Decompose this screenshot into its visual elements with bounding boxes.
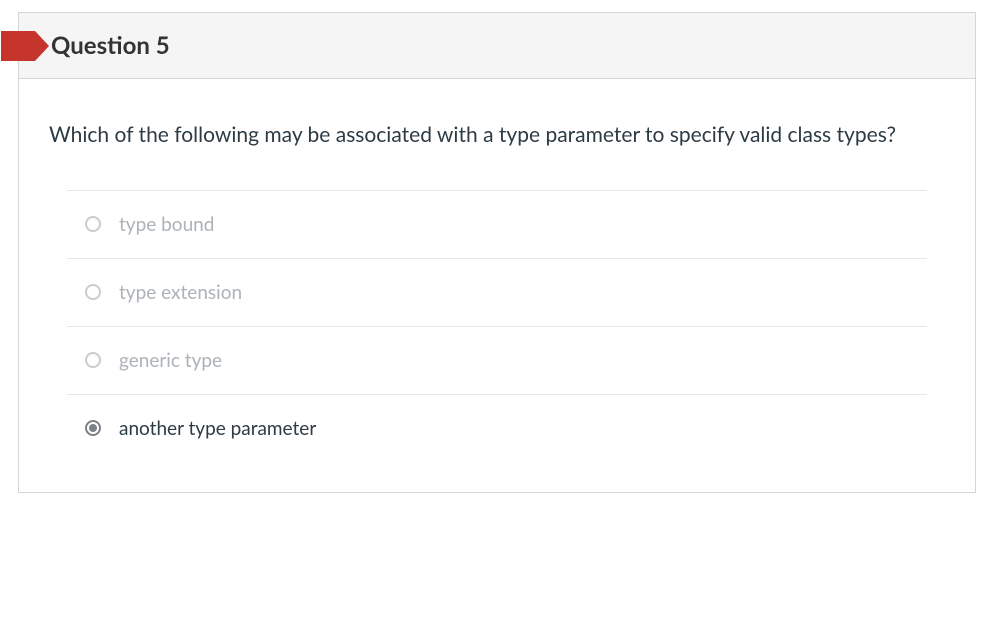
answer-row[interactable]: type extension — [67, 258, 927, 326]
question-title: Question 5 — [51, 31, 949, 60]
question-header: Question 5 — [19, 13, 975, 79]
flag-icon[interactable] — [1, 31, 35, 61]
question-body: Which of the following may be associated… — [19, 79, 975, 492]
answer-row[interactable]: type bound — [67, 190, 927, 258]
answer-row[interactable]: another type parameter — [67, 394, 927, 462]
answer-radio[interactable] — [85, 352, 101, 368]
answer-row[interactable]: generic type — [67, 326, 927, 394]
answer-radio[interactable] — [85, 420, 101, 436]
question-prompt: Which of the following may be associated… — [49, 119, 945, 152]
question-card: Question 5 Which of the following may be… — [18, 12, 976, 493]
answer-label: another type parameter — [119, 417, 316, 440]
answer-label: type bound — [119, 213, 214, 236]
answer-radio[interactable] — [85, 284, 101, 300]
answer-radio[interactable] — [85, 216, 101, 232]
answers-list: type bound type extension generic type a… — [67, 190, 927, 462]
answer-label: type extension — [119, 281, 242, 304]
answer-label: generic type — [119, 349, 222, 372]
